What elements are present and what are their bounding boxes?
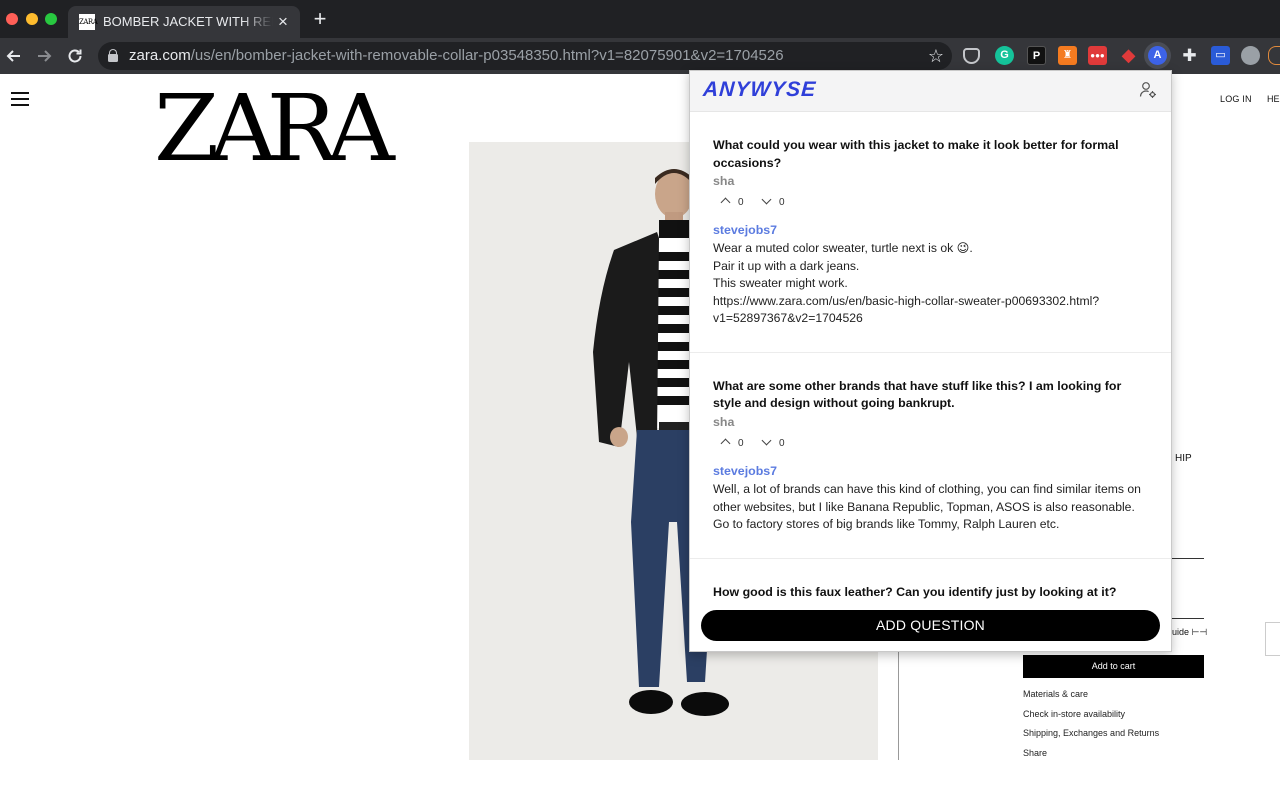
size-guide-label: uide [1172, 627, 1190, 637]
p-extension-icon[interactable]: P [1027, 46, 1046, 65]
qa-thread: What could you wear with this jacket to … [690, 112, 1171, 353]
share-link[interactable]: Share [1023, 748, 1047, 758]
plus-icon[interactable]: + [310, 8, 330, 30]
grammarly-icon[interactable]: G [995, 46, 1014, 65]
red-dots-extension-icon[interactable]: ●●● [1088, 46, 1107, 65]
login-link[interactable]: LOG IN [1220, 94, 1252, 104]
pocket-icon[interactable] [963, 48, 980, 64]
materials-care-link[interactable]: Materials & care [1023, 689, 1088, 699]
url-text: zara.com/us/en/bomber-jacket-with-remova… [129, 47, 784, 64]
puzzle-icon[interactable]: ✚ [1180, 46, 1199, 65]
qa-thread: How good is this faux leather? Can you i… [690, 559, 1171, 602]
zara-logo[interactable]: ZARA [154, 82, 395, 176]
answer-line: This sweater might work. [713, 276, 848, 291]
user-settings-icon[interactable] [1139, 81, 1157, 99]
answer-author[interactable]: stevejobs7 [713, 464, 1148, 479]
question-author[interactable]: sha [713, 415, 1148, 430]
diamond-extension-icon[interactable]: ◆ [1119, 46, 1138, 65]
close-icon[interactable]: × [274, 13, 292, 31]
address-bar[interactable]: zara.com/us/en/bomber-jacket-with-remova… [98, 42, 952, 70]
answer-line: Well, a lot of brands can have this kind… [713, 481, 1141, 496]
minimize-window-button[interactable] [26, 13, 38, 25]
divider [1172, 618, 1204, 619]
vote-row: 0 0 [713, 435, 1148, 457]
downvote-count: 0 [779, 437, 785, 449]
question-author[interactable]: sha [713, 174, 1148, 189]
browser-toolbar: zara.com/us/en/bomber-jacket-with-remova… [0, 38, 1280, 74]
downvote-button[interactable]: 0 [761, 194, 785, 210]
downvote-count: 0 [779, 197, 785, 208]
answer-line: other websites, but I like Banana Republ… [713, 499, 1135, 514]
question-text: How good is this faux leather? Can you i… [713, 584, 1117, 599]
qa-thread: What are some other brands that have stu… [690, 353, 1171, 559]
anywyse-popup: ANYWYSE What could you wear with this ja… [689, 70, 1172, 652]
answer-text: Well, a lot of brands can have this kind… [713, 481, 1148, 534]
upvote-count: 0 [738, 197, 744, 208]
answer-line: Wear a muted color sweater, turtle next … [713, 241, 973, 255]
url-host: zara.com [129, 47, 191, 64]
question-text: What are some other brands that have stu… [713, 378, 1122, 411]
back-icon[interactable] [3, 45, 25, 67]
store-availability-link[interactable]: Check in-store availability [1023, 709, 1125, 719]
reload-icon[interactable] [64, 45, 86, 67]
lock-icon [108, 49, 118, 62]
answer-link[interactable]: v1=52897367&v2=1704526 [713, 310, 1148, 328]
chevron-up-icon [720, 438, 731, 449]
profile-avatar[interactable] [1241, 46, 1260, 65]
chevron-up-icon [720, 197, 731, 208]
tab-bar: ZARA BOMBER JACKET WITH REMOVABLE COLLAR… [0, 0, 1280, 38]
zara-favicon-icon: ZARA [79, 14, 98, 30]
downvote-button[interactable]: 0 [761, 435, 785, 451]
add-question-button[interactable]: ADD QUESTION [701, 610, 1160, 641]
answer-author[interactable]: stevejobs7 [713, 223, 1148, 238]
update-indicator-icon[interactable] [1268, 46, 1280, 65]
chevron-down-icon [761, 194, 772, 205]
honey-extension-icon[interactable]: ♜ [1058, 46, 1077, 65]
upvote-count: 0 [738, 437, 744, 449]
upvote-button[interactable]: 0 [720, 437, 744, 451]
star-icon[interactable]: ☆ [928, 44, 944, 68]
anywyse-extension-icon[interactable]: A [1148, 46, 1167, 65]
chevron-down-icon [761, 435, 772, 446]
divider [1172, 558, 1204, 559]
product-detail-text: HIP [1175, 453, 1192, 464]
side-tab[interactable] [1265, 622, 1280, 656]
answer-text: Wear a muted color sweater, turtle next … [713, 240, 1148, 328]
answer-link[interactable]: https://www.zara.com/us/en/basic-high-co… [713, 293, 1148, 311]
add-to-cart-button[interactable]: Add to cart [1023, 655, 1204, 678]
answer-line: Go to factory stores of big brands like … [713, 517, 1060, 532]
cast-icon[interactable]: ▭ [1211, 46, 1230, 65]
size-guide-link[interactable]: uide ⊢⊣ [1172, 627, 1207, 638]
ruler-icon: ⊢⊣ [1191, 627, 1208, 637]
divider [898, 649, 899, 760]
anywyse-logo: ANYWYSE [702, 78, 818, 101]
maximize-window-button[interactable] [45, 13, 57, 25]
popup-header: ANYWYSE [690, 71, 1171, 112]
url-path: /us/en/bomber-jacket-with-removable-coll… [190, 47, 784, 64]
close-window-button[interactable] [6, 13, 18, 25]
help-link[interactable]: HEL [1267, 94, 1280, 104]
qa-list[interactable]: What could you wear with this jacket to … [690, 112, 1171, 602]
menu-icon[interactable] [11, 92, 29, 106]
forward-icon[interactable] [33, 45, 55, 67]
vote-row: 0 0 [713, 194, 1148, 216]
answer-line: Pair it up with a dark jeans. [713, 258, 860, 273]
question-text: What could you wear with this jacket to … [713, 138, 1119, 170]
tab-title: BOMBER JACKET WITH REMOVABLE COLLAR | ZA… [103, 14, 273, 29]
shipping-returns-link[interactable]: Shipping, Exchanges and Returns [1023, 728, 1159, 738]
upvote-button[interactable]: 0 [720, 196, 744, 210]
browser-tab[interactable]: ZARA BOMBER JACKET WITH REMOVABLE COLLAR… [68, 6, 300, 38]
